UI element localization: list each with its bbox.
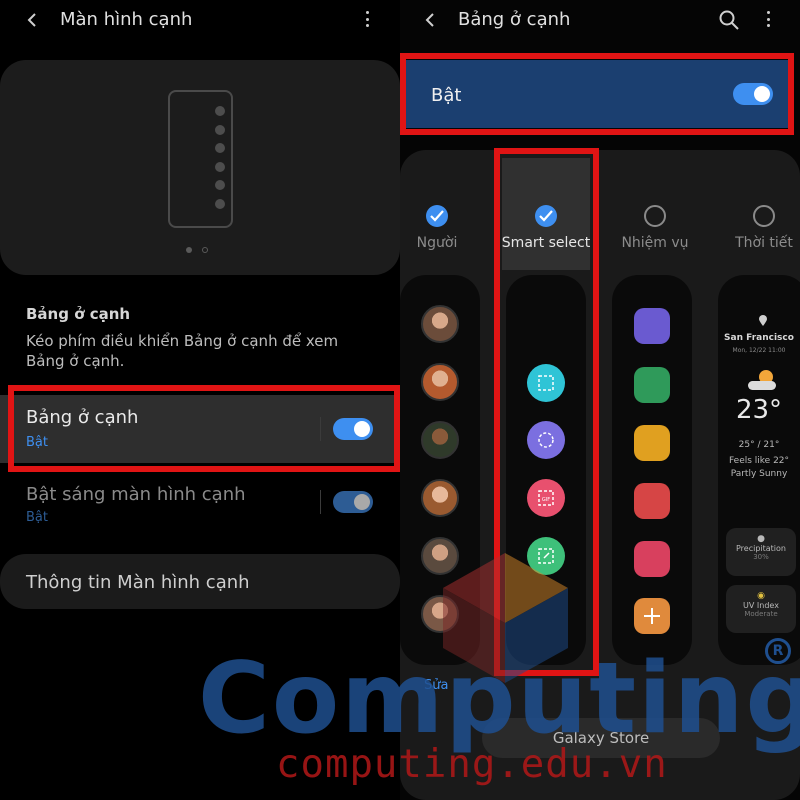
edge-lighting-status: Bật — [26, 510, 48, 525]
edge-lighting-label: Bật sáng màn hình cạnh — [26, 484, 246, 505]
contact-avatar — [421, 363, 459, 401]
calendar-icon — [634, 367, 670, 403]
droplet-icon: ● — [757, 534, 765, 544]
about-edge-screen-row[interactable]: Thông tin Màn hình cạnh — [0, 554, 400, 609]
rectangle-select-icon — [527, 364, 565, 402]
watermark-url: computing.edu.vn — [276, 742, 668, 787]
chevron-left-icon — [27, 13, 36, 27]
edge-lighting-toggle[interactable] — [333, 491, 373, 513]
panel-name: Smart select — [501, 235, 591, 251]
checkbox-checked-icon[interactable] — [426, 205, 448, 227]
panel-weather[interactable]: Thời tiết — [709, 195, 800, 265]
add-task-icon — [634, 598, 670, 634]
contact-avatar — [421, 479, 459, 517]
master-toggle-label: Bật — [431, 85, 462, 106]
divider — [320, 417, 321, 441]
precipitation-value: 30% — [753, 553, 769, 561]
panel-smart-select[interactable]: Smart select — [491, 195, 601, 265]
master-toggle-switch[interactable] — [733, 83, 773, 105]
contact-avatar — [421, 305, 459, 343]
contact-avatar — [421, 421, 459, 459]
chevron-left-icon — [425, 13, 434, 27]
panel-name: Nhiệm vụ — [621, 235, 689, 251]
edge-lighting-row[interactable]: Bật sáng màn hình cạnh Bật — [0, 472, 400, 532]
right-app-bar: Bảng ở cạnh — [400, 0, 800, 40]
more-options-icon[interactable] — [762, 8, 774, 30]
checkbox-unchecked-icon[interactable] — [644, 205, 666, 227]
weather-range: 25° / 21° — [738, 440, 780, 450]
edge-handle-illustration — [215, 106, 227, 217]
svg-text:GIF: GIF — [542, 497, 550, 503]
edge-panels-label: Bảng ở cạnh — [26, 407, 139, 428]
left-app-bar: Màn hình cạnh — [0, 0, 400, 40]
panel-name: Người — [416, 235, 458, 251]
panel-people[interactable]: Người — [382, 195, 492, 265]
partly-sunny-icon — [748, 370, 776, 390]
tasks-panel-preview[interactable] — [612, 275, 692, 665]
page-title: Màn hình cạnh — [60, 9, 193, 30]
sun-icon: ◉ — [757, 591, 765, 601]
section-description: Kéo phím điều khiển Bảng ở cạnh để xem B… — [26, 332, 339, 370]
edge-panels-toggle[interactable] — [333, 418, 373, 440]
preview-pager[interactable] — [186, 247, 208, 253]
page-title: Bảng ở cạnh — [458, 9, 571, 30]
weather-condition: Partly Sunny — [730, 469, 788, 479]
video-icon — [634, 541, 670, 577]
panel-name: Thời tiết — [735, 235, 793, 251]
watermark-registered-mark: R — [765, 638, 791, 664]
alarm-icon — [634, 308, 670, 344]
uv-label: UV Index — [743, 601, 779, 610]
precipitation-label: Precipitation — [735, 544, 786, 553]
section-heading: Bảng ở cạnh — [26, 305, 131, 323]
checkbox-checked-icon[interactable] — [535, 205, 557, 227]
weather-city: San Francisco — [724, 333, 794, 343]
panel-tasks[interactable]: Nhiệm vụ — [600, 195, 710, 265]
uv-index-card: ◉ UV Index Moderate — [726, 585, 796, 633]
edge-panels-status: Bật — [26, 435, 48, 450]
weather-temperature: 23° — [735, 395, 783, 425]
oval-select-icon — [527, 421, 565, 459]
search-icon[interactable] — [718, 9, 740, 31]
back-button[interactable] — [420, 6, 440, 34]
weather-panel-preview[interactable]: San Francisco Mon, 12/22 11:00 23° 25° /… — [718, 275, 800, 665]
precipitation-card: ● Precipitation 30% — [726, 528, 796, 576]
weather-date: Mon, 12/22 11:00 — [732, 347, 786, 354]
about-edge-screen-label: Thông tin Màn hình cạnh — [26, 572, 250, 593]
location-pin-icon — [759, 315, 767, 326]
divider — [320, 490, 321, 514]
checkbox-unchecked-icon[interactable] — [753, 205, 775, 227]
watermark-brand: Computing — [198, 642, 800, 756]
edge-panels-row[interactable]: Bảng ở cạnh Bật — [0, 395, 400, 463]
master-toggle-row[interactable]: Bật — [404, 60, 790, 128]
animation-gif-icon: GIF — [527, 479, 565, 517]
uv-value: Moderate — [744, 610, 778, 618]
weather-feels-like: Feels like 22° — [728, 456, 790, 466]
reminder-icon — [634, 425, 670, 461]
back-button[interactable] — [22, 6, 42, 34]
more-options-icon[interactable] — [361, 8, 373, 30]
voice-recorder-icon — [634, 483, 670, 519]
